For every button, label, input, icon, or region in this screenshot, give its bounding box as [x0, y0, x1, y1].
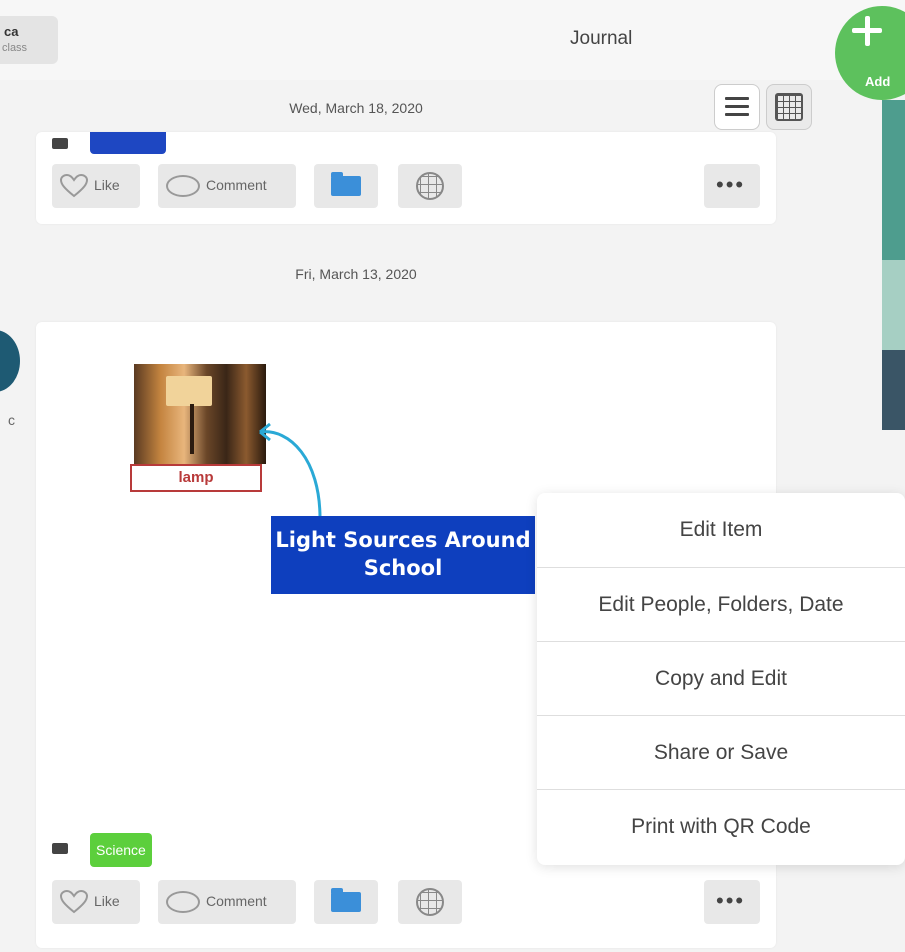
folder-icon [331, 888, 361, 912]
folder-tag[interactable] [90, 132, 166, 154]
add-label: Add [865, 74, 891, 89]
action-row-second: Like Comment ••• [52, 880, 760, 924]
account-chip[interactable]: ca class [0, 16, 58, 64]
like-button[interactable]: Like [52, 880, 140, 924]
more-button[interactable]: ••• [704, 164, 760, 208]
like-label: Like [94, 177, 120, 193]
heart-icon [60, 890, 88, 914]
like-button[interactable]: Like [52, 164, 140, 208]
comment-icon [166, 175, 200, 197]
lamp-photo-image [134, 364, 266, 464]
like-label: Like [94, 893, 120, 909]
share-globe-button[interactable] [398, 164, 462, 208]
list-icon [725, 97, 749, 117]
comment-button[interactable]: Comment [158, 880, 296, 924]
callout-arrow-icon [259, 422, 322, 519]
comment-label: Comment [206, 893, 267, 909]
ellipsis-icon: ••• [716, 888, 746, 913]
page-title: Journal [570, 28, 633, 49]
folder-button[interactable] [314, 880, 378, 924]
date-header-first: Wed, March 18, 2020 [289, 100, 423, 116]
callout-label: Light Sources Around School [271, 516, 535, 594]
folder-button[interactable] [314, 164, 378, 208]
folder-tag-science[interactable]: Science [90, 833, 152, 867]
avatar[interactable] [0, 330, 20, 392]
account-class-label: class [2, 42, 28, 54]
menu-item-share-or-save[interactable]: Share or Save [537, 715, 905, 789]
calendar-icon [775, 93, 803, 121]
right-panel-teal [882, 100, 905, 260]
view-toggle [714, 84, 814, 130]
context-menu: Edit Item Edit People, Folders, Date Cop… [537, 493, 905, 865]
globe-icon [416, 888, 444, 916]
share-globe-button[interactable] [398, 880, 462, 924]
list-view-button[interactable] [714, 84, 760, 130]
comment-icon [166, 891, 200, 913]
comment-label: Comment [206, 177, 267, 193]
right-panel-light [882, 260, 905, 350]
right-panel-dark [882, 350, 905, 430]
callout-line-1: Light Sources Around [275, 528, 531, 552]
action-row-first: Like Comment ••• [52, 164, 760, 208]
journal-photo[interactable]: lamp [130, 364, 266, 496]
photo-caption: lamp [130, 464, 262, 492]
account-name: ca [4, 24, 19, 39]
folder-small-icon [52, 843, 68, 854]
callout-line-2: School [363, 556, 443, 580]
menu-item-print-with-qr-code[interactable]: Print with QR Code [537, 789, 905, 863]
top-bar: ca class Journal [0, 0, 905, 80]
menu-item-edit-item[interactable]: Edit Item [537, 493, 905, 567]
comment-button[interactable]: Comment [158, 164, 296, 208]
folder-small-icon [52, 138, 68, 149]
menu-item-edit-people-folders-date[interactable]: Edit People, Folders, Date [537, 567, 905, 641]
folder-icon [331, 172, 361, 196]
plus-icon [847, 10, 887, 50]
side-letter: c [8, 412, 15, 428]
menu-item-copy-and-edit[interactable]: Copy and Edit [537, 641, 905, 715]
more-button[interactable]: ••• [704, 880, 760, 924]
calendar-view-button[interactable] [766, 84, 812, 130]
globe-icon [416, 172, 444, 200]
ellipsis-icon: ••• [716, 172, 746, 197]
date-header-second: Fri, March 13, 2020 [295, 266, 417, 282]
heart-icon [60, 174, 88, 198]
